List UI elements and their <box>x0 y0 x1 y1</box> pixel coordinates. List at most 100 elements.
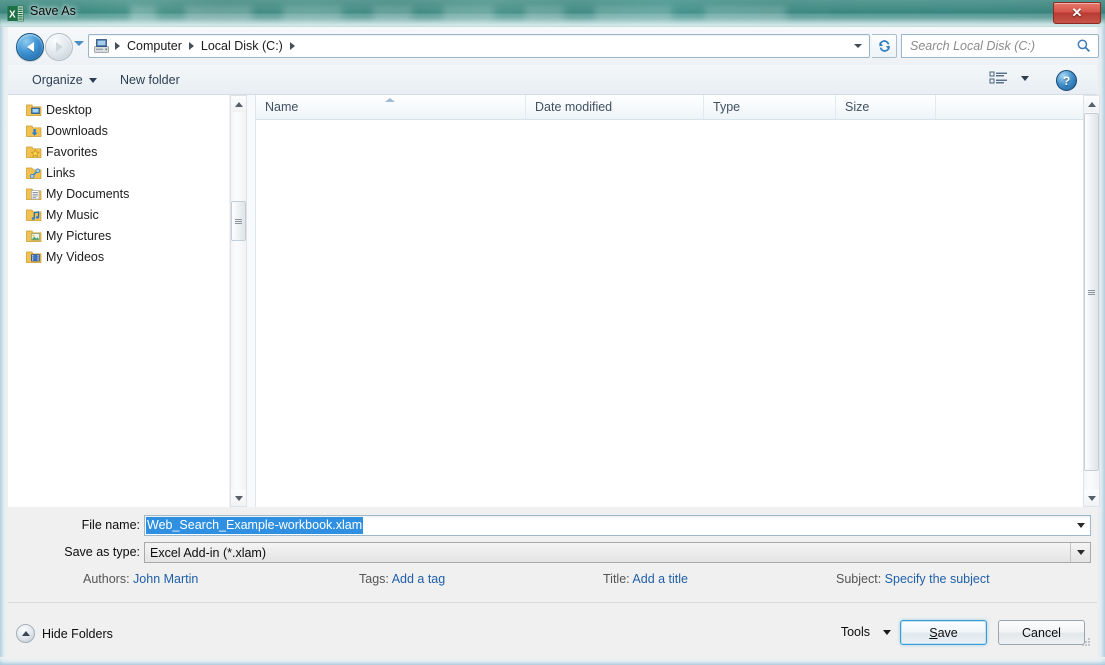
authors-label: Authors: <box>83 572 130 586</box>
chevron-down-icon <box>1076 523 1085 528</box>
help-icon: ? <box>1062 73 1071 88</box>
sidebar-item-links[interactable]: Links <box>8 162 229 183</box>
scrollbar-thumb[interactable] <box>1084 113 1099 471</box>
chevron-down-icon <box>88 77 97 83</box>
breadcrumb-item-computer[interactable]: Computer <box>125 39 184 53</box>
subject-value[interactable]: Specify the subject <box>885 572 990 586</box>
forward-button[interactable] <box>45 33 73 61</box>
sidebar-item-label: Links <box>46 165 76 180</box>
hide-folders-button[interactable]: Hide Folders <box>16 624 113 643</box>
authors-value[interactable]: John Martin <box>133 572 198 586</box>
authors-field: Authors: John Martin <box>83 572 198 586</box>
triangle-up-icon <box>234 101 243 107</box>
scroll-down-button[interactable] <box>1084 490 1099 506</box>
command-toolbar: Organize New folder ? <box>8 65 1097 95</box>
save-as-type-select[interactable]: Excel Add-in (*.xlam) <box>144 542 1091 563</box>
address-bar[interactable]: Computer Local Disk (C:) <box>88 34 870 58</box>
favorites-folder-icon <box>26 146 42 158</box>
search-box[interactable]: Search Local Disk (C:) <box>901 34 1099 58</box>
sidebar-item-desktop[interactable]: Desktop <box>8 99 229 120</box>
scroll-down-button[interactable] <box>231 490 246 506</box>
window-title: Save As <box>30 4 76 18</box>
sidebar-item-label: My Music <box>46 207 99 222</box>
triangle-up-icon <box>1087 101 1096 107</box>
file-name-input[interactable]: Web_Search_Example-workbook.xlam <box>144 515 1091 536</box>
help-button[interactable]: ? <box>1056 70 1077 91</box>
save-form: File name: Web_Search_Example-workbook.x… <box>8 507 1097 602</box>
search-input[interactable]: Search Local Disk (C:) <box>910 39 1035 53</box>
triangle-down-icon <box>1087 495 1096 501</box>
sidebar-item-label: My Videos <box>46 249 105 264</box>
breadcrumb-separator-2 <box>289 42 295 50</box>
sidebar-item-my-documents[interactable]: My Documents <box>8 183 229 204</box>
resize-grip-icon[interactable] <box>1079 636 1091 648</box>
window-frame-bottom <box>0 657 1105 665</box>
chevron-down-icon <box>1076 550 1085 555</box>
scrollbar-thumb[interactable] <box>231 201 246 241</box>
grip-icon <box>1088 289 1095 296</box>
file-list-body[interactable] <box>256 120 1084 507</box>
sidebar-item-label: Favorites <box>46 144 98 159</box>
breadcrumb-item-local-disk[interactable]: Local Disk (C:) <box>199 39 285 53</box>
column-label: Type <box>713 100 741 114</box>
cancel-button[interactable]: Cancel <box>998 620 1085 645</box>
sort-ascending-icon <box>385 98 395 102</box>
column-header-size[interactable]: Size <box>836 95 936 119</box>
view-mode-button[interactable] <box>989 70 1029 86</box>
tags-label: Tags: <box>359 572 389 586</box>
glass-blur-backdrop <box>130 6 830 22</box>
sidebar-item-my-videos[interactable]: My Videos <box>8 246 229 267</box>
history-dropdown-button[interactable] <box>74 41 84 46</box>
sidebar-item-favorites[interactable]: Favorites <box>8 141 229 162</box>
search-icon <box>1076 38 1092 59</box>
column-header-type[interactable]: Type <box>704 95 836 119</box>
file-list-pane[interactable]: Name Date modified Type Size <box>255 95 1084 507</box>
scroll-up-button[interactable] <box>1084 96 1099 112</box>
column-label: Size <box>845 100 870 114</box>
new-folder-button[interactable]: New folder <box>114 70 186 90</box>
save-accel-letter: S <box>929 625 938 640</box>
address-dropdown-icon[interactable] <box>854 44 862 48</box>
save-label: Save <box>929 626 958 640</box>
subject-label: Subject: <box>836 572 882 586</box>
column-label: Date modified <box>535 100 613 114</box>
column-header-date-modified[interactable]: Date modified <box>526 95 704 119</box>
sidebar-item-downloads[interactable]: Downloads <box>8 120 229 141</box>
videos-folder-icon <box>26 251 42 263</box>
view-mode-icon <box>989 71 1007 84</box>
save-label-rest: ave <box>937 625 958 640</box>
save-button[interactable]: Save <box>900 620 987 645</box>
file-name-dropdown-button[interactable] <box>1071 516 1090 535</box>
breadcrumb-separator-1 <box>188 42 194 50</box>
tools-button[interactable]: Tools <box>841 625 891 639</box>
refresh-button[interactable] <box>872 34 897 58</box>
pictures-folder-icon <box>26 230 42 242</box>
title-value[interactable]: Add a title <box>632 572 688 586</box>
file-list-scrollbar[interactable] <box>1083 95 1100 507</box>
save-as-type-value: Excel Add-in (*.xlam) <box>150 545 267 560</box>
scroll-up-button[interactable] <box>231 96 246 112</box>
title-bar: X Save As ✕ <box>0 0 1105 27</box>
column-header-name[interactable]: Name <box>256 95 526 119</box>
back-button[interactable] <box>16 33 44 61</box>
pane-splitter[interactable] <box>247 95 255 507</box>
collapse-up-icon <box>16 624 35 643</box>
close-button[interactable]: ✕ <box>1053 2 1101 24</box>
subject-field: Subject: Specify the subject <box>836 572 990 586</box>
sidebar-item-my-pictures[interactable]: My Pictures <box>8 225 229 246</box>
organize-button[interactable]: Organize <box>26 70 103 90</box>
save-as-dialog: X Save As ✕ Computer Local Disk (C:) Sea… <box>0 0 1105 665</box>
dialog-footer: Hide Folders Tools Save Cancel <box>8 602 1097 658</box>
chevron-down-icon <box>883 629 891 635</box>
file-name-value: Web_Search_Example-workbook.xlam <box>146 517 364 534</box>
tools-label: Tools <box>840 625 870 639</box>
computer-drive-icon <box>94 39 109 53</box>
refresh-icon <box>878 40 890 52</box>
sidebar-item-my-music[interactable]: My Music <box>8 204 229 225</box>
save-as-type-dropdown-button[interactable] <box>1070 543 1090 562</box>
sidebar-item-label: My Pictures <box>46 228 112 243</box>
navigation-bar: Computer Local Disk (C:) Search Local Di… <box>8 27 1099 65</box>
navigation-pane-scrollbar[interactable] <box>230 95 247 507</box>
tags-value[interactable]: Add a tag <box>392 572 446 586</box>
downloads-folder-icon <box>26 125 42 137</box>
